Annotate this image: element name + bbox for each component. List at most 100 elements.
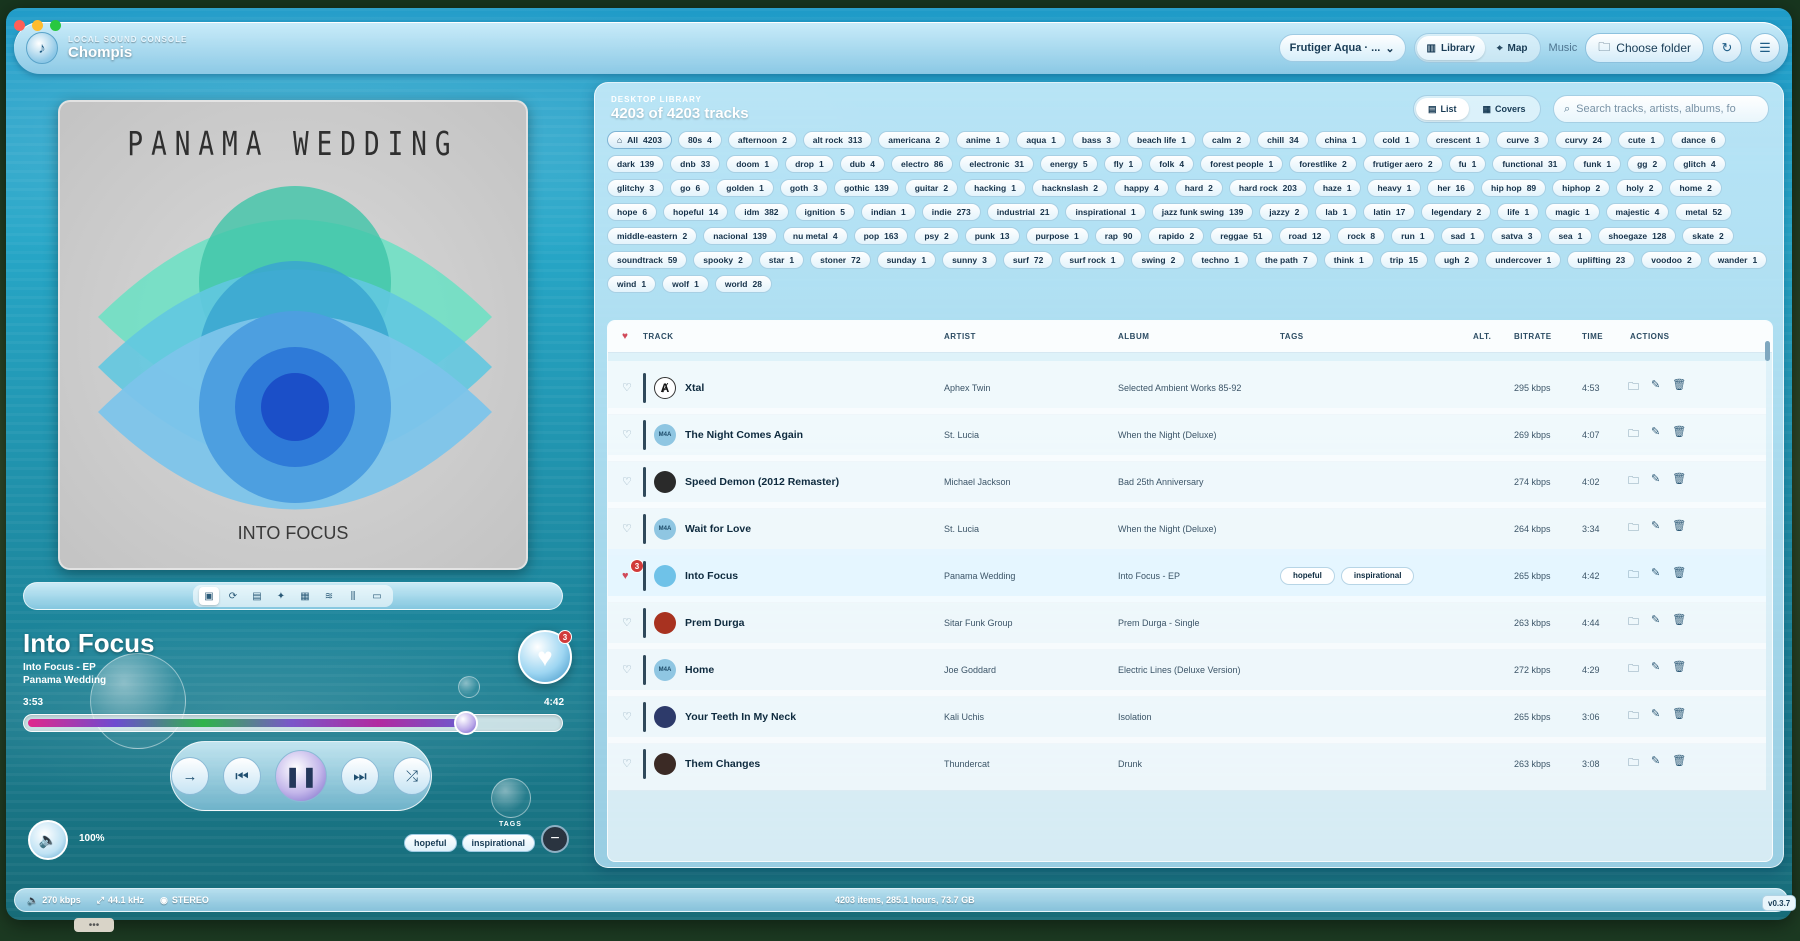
pause-button[interactable]: ❚❚	[275, 750, 327, 802]
tag-filter-chip[interactable]: ignition 5	[794, 203, 855, 221]
previous-button[interactable]: ⏮	[223, 757, 261, 795]
tag-filter-chip[interactable]: punk 13	[964, 227, 1020, 245]
progress-knob[interactable]	[453, 711, 478, 735]
tag-filter-chip[interactable]: crescent 1	[1425, 131, 1491, 149]
tag-filter-chip[interactable]: dnb 33	[670, 155, 721, 173]
table-row[interactable]: ♡ M4A Wait for Love St. Lucia When the Night…	[608, 502, 1766, 556]
volume-button[interactable]: 🔈	[28, 820, 68, 860]
col-tags[interactable]: TAGS	[1280, 332, 1304, 341]
tag-filter-chip[interactable]: lab 1	[1315, 203, 1358, 221]
tag-filter-chip[interactable]: psy 2	[914, 227, 959, 245]
edit-button[interactable]: ✎	[1651, 566, 1660, 585]
tag-filter-chip[interactable]: heavy 1	[1367, 179, 1422, 197]
tag-filter-chip[interactable]: hard rock 203	[1228, 179, 1307, 197]
tag-filter-chip[interactable]: aqua 1	[1016, 131, 1066, 149]
tag-filter-chip[interactable]: electronic 31	[959, 155, 1034, 173]
tag-filter-chip[interactable]: indian 1	[860, 203, 916, 221]
delete-button[interactable]: 🗑	[1672, 472, 1686, 491]
open-folder-button[interactable]: 🗀	[1628, 472, 1639, 491]
tag-filter-chip[interactable]: fu 1	[1448, 155, 1487, 173]
tag-filter-chip[interactable]: calm 2	[1201, 131, 1252, 149]
tag-filter-chip[interactable]: surf rock 1	[1059, 251, 1126, 269]
tag-filter-chip[interactable]: sea 1	[1548, 227, 1593, 245]
tag-filter-chip[interactable]: ugh 2	[1433, 251, 1480, 269]
like-icon[interactable]: ♡	[622, 381, 632, 394]
tag-filter-chip[interactable]: sunny 3	[942, 251, 997, 269]
tag-filter-chip[interactable]: electro 86	[891, 155, 954, 173]
tag-filter-chip[interactable]: swing 2	[1131, 251, 1186, 269]
table-row[interactable]: ♡ Speed Demon (2012 Remaster) Michael Jack…	[608, 455, 1766, 509]
edit-button[interactable]: ✎	[1651, 613, 1660, 632]
tag-filter-chip[interactable]: wolf 1	[662, 275, 709, 293]
tag-filter-chip[interactable]: hope 6	[607, 203, 658, 221]
tag-filter-chip[interactable]: techno 1	[1191, 251, 1249, 269]
table-row[interactable]: ♡ Them Changes Thundercat Drunk 263 kbps 3:08…	[608, 737, 1766, 791]
shuffle-button[interactable]: ⤮	[393, 757, 431, 795]
table-row[interactable]: ♡ M4A The Night Comes Again St. Lucia When t…	[608, 408, 1766, 462]
edit-button[interactable]: ✎	[1651, 378, 1660, 397]
tag-filter-chip[interactable]: forest people 1	[1200, 155, 1284, 173]
tag-filter-chip[interactable]: sad 1	[1440, 227, 1485, 245]
tag-chip[interactable]: inspirational	[461, 834, 536, 852]
tag-filter-chip[interactable]: world 28	[714, 275, 772, 293]
tag-filter-chip[interactable]: jazz funk swing 139	[1151, 203, 1254, 221]
tag-filter-chip[interactable]: metal 52	[1675, 203, 1732, 221]
delete-button[interactable]: 🗑	[1672, 707, 1686, 726]
tag-filter-chip[interactable]: anime 1	[956, 131, 1011, 149]
table-row[interactable]: ♡ Ⱥ Xtal Aphex Twin Selected Ambient Works 8…	[608, 361, 1766, 415]
tag-filter-chip[interactable]: golden 1	[716, 179, 774, 197]
tag-chip[interactable]: inspirational	[1340, 566, 1415, 585]
open-folder-button[interactable]: 🗀	[1628, 378, 1639, 397]
tag-filter-chip[interactable]: curve 3	[1496, 131, 1549, 149]
delete-button[interactable]: 🗑	[1672, 378, 1686, 397]
tag-filter-chip[interactable]: hard 2	[1174, 179, 1223, 197]
tag-filter-chip[interactable]: hiphop 2	[1552, 179, 1611, 197]
delete-button[interactable]: 🗑	[1672, 754, 1686, 773]
like-icon[interactable]: ♡	[622, 428, 632, 441]
tag-filter-chip[interactable]: legendary 2	[1421, 203, 1492, 221]
tag-filter-chip[interactable]: fly 1	[1103, 155, 1144, 173]
open-folder-button[interactable]: 🗀	[1628, 613, 1639, 632]
tag-chip[interactable]: hopeful	[404, 834, 457, 852]
tag-filter-chip[interactable]: pop 163	[853, 227, 909, 245]
tag-filter-chip[interactable]: ⌂ All 4203	[607, 131, 672, 149]
like-icon[interactable]: ♡	[622, 616, 632, 629]
open-folder-button[interactable]: 🗀	[1628, 707, 1639, 726]
col-time[interactable]: TIME	[1582, 332, 1603, 341]
view-mode-covers[interactable]: ▦ Covers	[1471, 98, 1538, 120]
settings-button[interactable]: ☰	[1750, 33, 1780, 63]
tag-filter-chip[interactable]: stoner 72	[810, 251, 871, 269]
tag-filter-chip[interactable]: majestic 4	[1605, 203, 1670, 221]
edit-button[interactable]: ✎	[1651, 707, 1660, 726]
table-scrollbar[interactable]	[1765, 341, 1770, 361]
open-folder-button[interactable]: 🗀	[1628, 566, 1639, 585]
tag-filter-chip[interactable]: happy 4	[1113, 179, 1169, 197]
tag-filter-chip[interactable]: americana 2	[878, 131, 951, 149]
tag-filter-chip[interactable]: nacional 139	[703, 227, 777, 245]
tag-filter-chip[interactable]: haze 1	[1312, 179, 1362, 197]
tag-filter-chip[interactable]: hip hop 89	[1481, 179, 1547, 197]
open-folder-button[interactable]: 🗀	[1628, 425, 1639, 444]
favorite-button[interactable]: ♥ 3	[518, 630, 572, 684]
image-icon[interactable]: ▣	[199, 587, 219, 605]
tag-filter-chip[interactable]: hopeful 14	[663, 203, 729, 221]
col-alt[interactable]: ALT.	[1473, 332, 1491, 341]
loop-icon[interactable]: ⟳	[223, 587, 243, 605]
close-button[interactable]	[14, 20, 25, 31]
edit-button[interactable]: ✎	[1651, 754, 1660, 773]
tag-filter-chip[interactable]: rap 90	[1094, 227, 1143, 245]
tag-filter-chip[interactable]: go 6	[670, 179, 711, 197]
delete-button[interactable]: 🗑	[1672, 566, 1686, 585]
tag-filter-chip[interactable]: soundtrack 59	[607, 251, 688, 269]
tag-filter-chip[interactable]: life 1	[1497, 203, 1540, 221]
tag-filter-chip[interactable]: dance 6	[1671, 131, 1726, 149]
tag-filter-chip[interactable]: functional 31	[1492, 155, 1568, 173]
bars-icon[interactable]: ⫼	[343, 587, 363, 605]
tag-filter-chip[interactable]: cute 1	[1618, 131, 1666, 149]
tag-filter-chip[interactable]: gg 2	[1627, 155, 1668, 173]
tag-filter-chip[interactable]: holy 2	[1616, 179, 1664, 197]
delete-button[interactable]: 🗑	[1672, 425, 1686, 444]
col-album[interactable]: ALBUM	[1118, 332, 1149, 341]
tag-filter-chip[interactable]: the path 7	[1254, 251, 1318, 269]
zoom-button[interactable]	[50, 20, 61, 31]
